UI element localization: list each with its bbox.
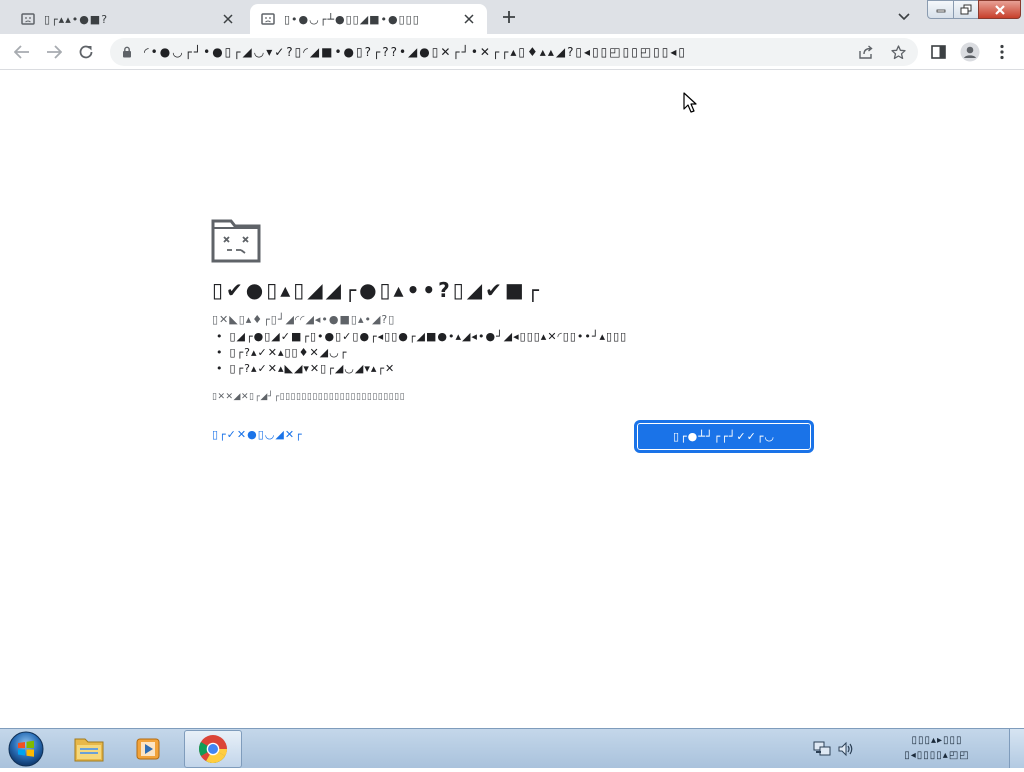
restore-icon: [960, 4, 972, 15]
profile-button[interactable]: [956, 38, 984, 66]
suggestions-list: ▯◢┌●▯◢✓■┌▯•●▯✓▯●┌◂▯▯●┌◢■●•▴◢◂•●┘◢◂▯▯▯▴✕◜…: [216, 329, 627, 377]
taskbar-chrome-button[interactable]: [184, 730, 242, 768]
start-button[interactable]: [7, 730, 45, 768]
windows-taskbar: ▯▯▯▴▸▯▯▯ ▯◂▯▯▯▯▴◰◰: [0, 728, 1024, 768]
suggestion-item: ▯◢┌●▯◢✓■┌▯•●▯✓▯●┌◂▯▯●┌◢■●•▴◢◂•●┘◢◂▯▯▯▴✕◜…: [216, 329, 627, 345]
reload-icon: [79, 45, 93, 59]
tab-inactive[interactable]: ▯┌▴▴•●■?: [10, 4, 246, 34]
back-arrow-icon: [14, 45, 29, 59]
menu-dots-icon: [1000, 44, 1004, 60]
star-icon: [890, 44, 906, 59]
chevron-down-icon: [898, 13, 910, 21]
reload-button[interactable]: ▯┌●┴┘┌┌┘✓✓┌◡: [636, 422, 812, 451]
menu-button[interactable]: [988, 38, 1016, 66]
plus-icon: [503, 11, 515, 23]
restore-button[interactable]: [953, 0, 979, 19]
new-tab-button[interactable]: [499, 7, 519, 27]
sad-page-icon: [21, 13, 35, 25]
back-button[interactable]: [8, 38, 36, 66]
page-content: ▯✔●▯▴▯◢◢┌●▯▴••?▯◢✔■┌ ▯✕◣▯▴♦┌▯┘◢◜◜◢◂•●■▯▴…: [0, 71, 1024, 728]
suggestion-item: ▯┌?▴✓✕▴▯▯♦✕◢◡┌: [216, 345, 627, 361]
minimize-icon: [936, 9, 945, 12]
omnibox[interactable]: ◜•●◡┌┘•●▯┌◢◡▾✓?▯◜◢■•●▯?┌??•◢●▯✕┌┘•✕┌┌▴▯♦…: [110, 38, 918, 66]
error-code: ▯✕✕◢✕▯┌◢┘┌▯▯▯▯▯▯▯▯▯▯▯▯▯▯▯▯▯▯▯▯▯▯▯: [212, 392, 406, 402]
sad-folder-icon: [211, 219, 261, 263]
sad-page-icon: [261, 13, 275, 25]
tab-strip: ▯┌▴▴•●■? ▯•●◡┌┴●▯▯◢■•●▯▯▯: [0, 0, 1024, 34]
lock-icon[interactable]: [122, 46, 132, 58]
url-text[interactable]: ◜•●◡┌┘•●▯┌◢◡▾✓?▯◜◢■•●▯?┌??•◢●▯✕┌┘•✕┌┌▴▯♦…: [144, 38, 844, 66]
minimize-button[interactable]: [927, 0, 954, 19]
chrome-icon: [199, 735, 227, 763]
system-clock[interactable]: ▯▯▯▴▸▯▯▯ ▯◂▯▯▯▯▴◰◰: [872, 733, 1002, 763]
profile-icon: [960, 42, 980, 62]
close-window-button[interactable]: [978, 0, 1021, 19]
error-subtext: ▯✕◣▯▴♦┌▯┘◢◜◜◢◂•●■▯▴•◢?▯: [212, 313, 396, 326]
side-panel-icon: [930, 45, 946, 59]
tab-title: ▯┌▴▴•●■?: [44, 12, 109, 26]
share-icon: [858, 45, 873, 59]
clock-time: ▯▯▯▴▸▯▯▯: [911, 735, 963, 746]
show-desktop-button[interactable]: [1009, 729, 1024, 768]
taskbar-explorer-button[interactable]: [60, 730, 118, 768]
forward-button[interactable]: [40, 38, 68, 66]
share-button[interactable]: [856, 42, 876, 62]
tab-close-icon[interactable]: [220, 11, 236, 27]
network-icon: [813, 741, 831, 756]
tab-title: ▯•●◡┌┴●▯▯◢■•●▯▯▯: [284, 12, 420, 26]
media-player-icon: [136, 738, 160, 760]
network-tray-button[interactable]: [813, 740, 831, 758]
suggestion-item: ▯┌?▴✓✕▴◣◢▾✕▯┌◢◡◢▾▴┌✕: [216, 361, 627, 377]
tab-active[interactable]: ▯•●◡┌┴●▯▯◢■•●▯▯▯: [250, 4, 487, 34]
mouse-cursor-icon: [683, 92, 697, 113]
details-link[interactable]: ▯┌✓✕●▯◡◢✕┌: [212, 428, 303, 441]
tab-close-icon[interactable]: [461, 11, 477, 27]
bookmark-button[interactable]: [888, 42, 908, 62]
forward-arrow-icon: [47, 45, 62, 59]
windows-explorer-icon: [74, 738, 104, 762]
side-panel-button[interactable]: [924, 38, 952, 66]
error-heading: ▯✔●▯▴▯◢◢┌●▯▴••?▯◢✔■┌: [212, 278, 542, 302]
start-orb-icon: [8, 731, 44, 767]
toolbar: ◜•●◡┌┘•●▯┌◢◡▾✓?▯◜◢■•●▯?┌??•◢●▯✕┌┘•✕┌┌▴▯♦…: [0, 34, 1024, 70]
tab-search-button[interactable]: [894, 7, 914, 27]
volume-icon: [838, 741, 853, 757]
clock-date: ▯◂▯▯▯▯▴◰◰: [904, 750, 970, 761]
volume-tray-button[interactable]: [837, 740, 855, 758]
reload-toolbar-button[interactable]: [72, 38, 100, 66]
taskbar-media-player-button[interactable]: [120, 730, 178, 768]
close-icon: [994, 4, 1005, 15]
